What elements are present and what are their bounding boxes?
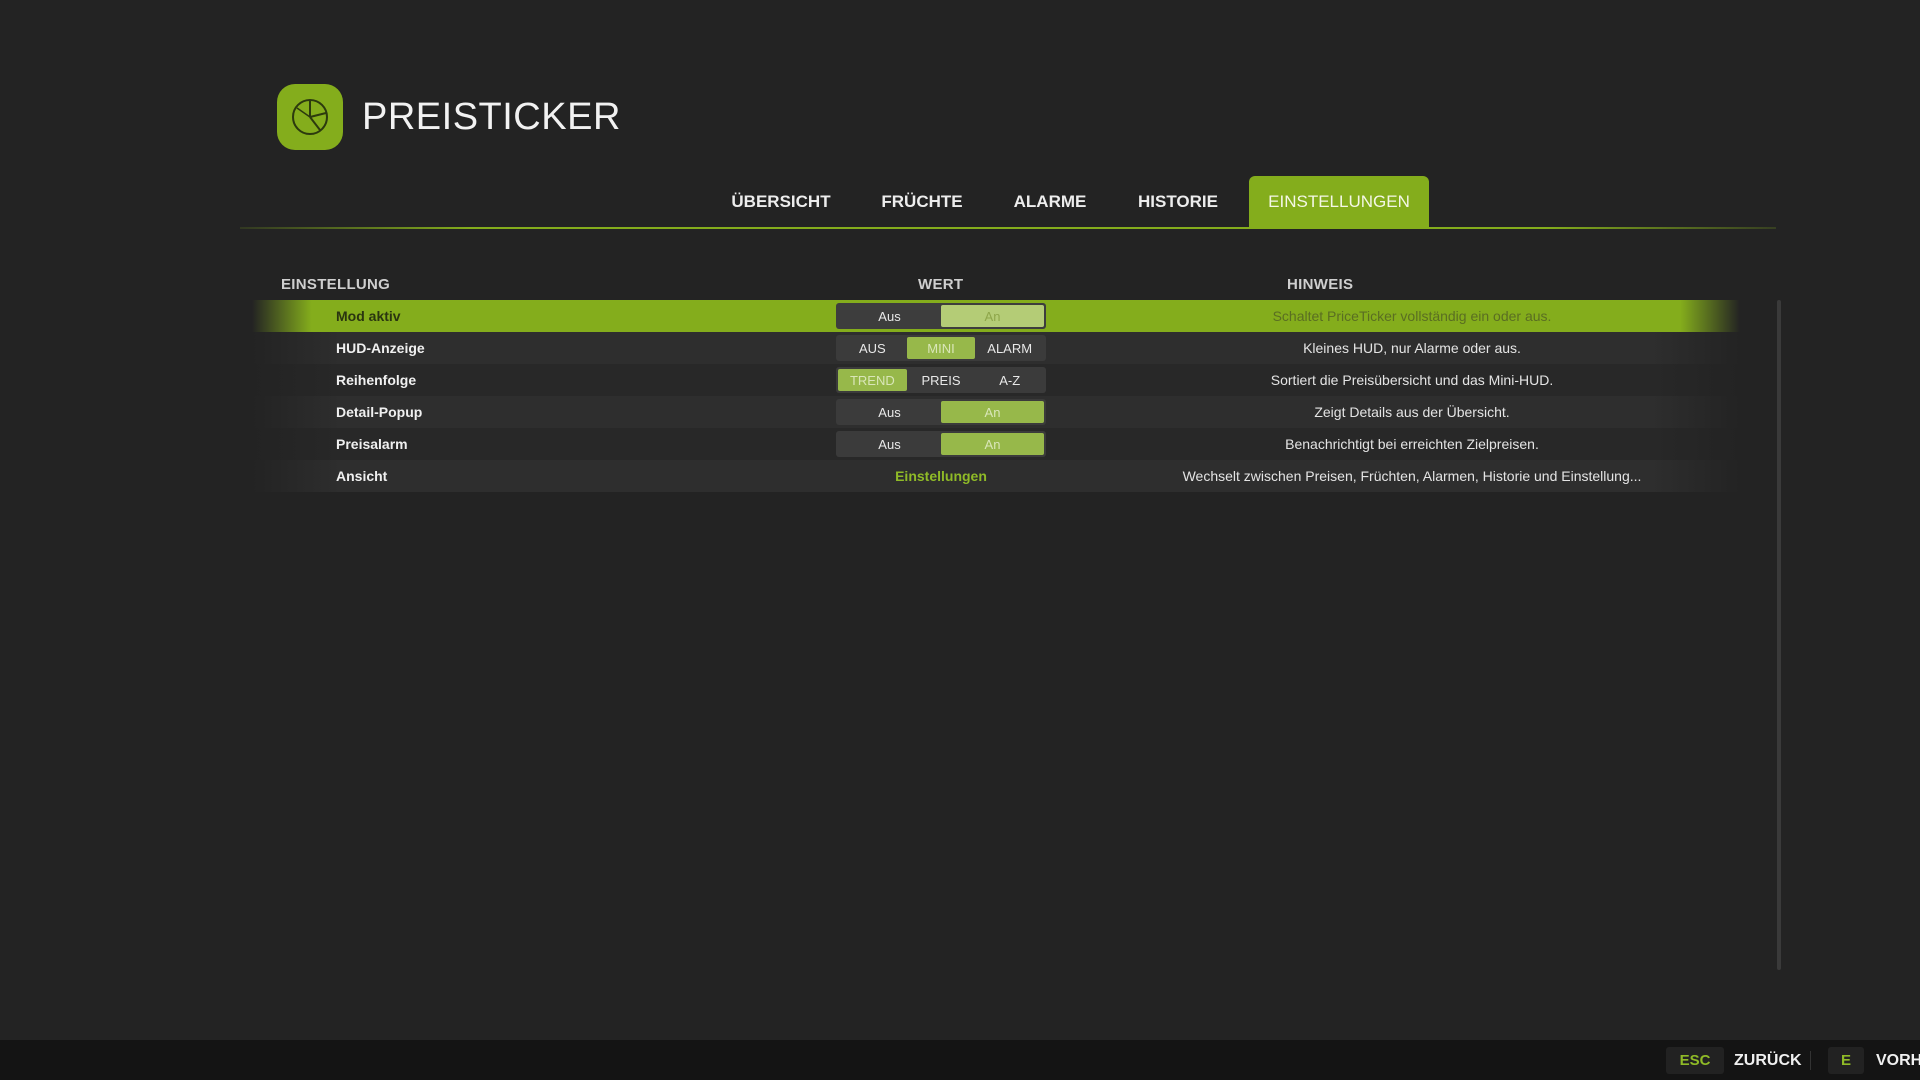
- bottom-hint-bar: [0, 1040, 1920, 1080]
- scrollbar[interactable]: [1777, 300, 1781, 970]
- row-label: Detail-Popup: [336, 404, 423, 420]
- toggle-detail-popup[interactable]: Aus An: [836, 399, 1046, 425]
- table-row-hud-anzeige[interactable]: HUD-Anzeige AUS MINI ALARM Kleines HUD, …: [252, 332, 1740, 364]
- row-label: Reihenfolge: [336, 372, 417, 388]
- table-row-mod-aktiv[interactable]: Mod aktiv Aus An Schaltet PriceTicker vo…: [252, 300, 1740, 332]
- column-header-value: WERT: [918, 276, 964, 293]
- toggle-preisalarm[interactable]: Aus An: [836, 431, 1046, 457]
- column-header-hint: HINWEIS: [1287, 276, 1354, 293]
- app-title: PREISTICKER: [362, 95, 621, 138]
- tab-historie[interactable]: HISTORIE: [1126, 176, 1230, 227]
- toggle-mod-aktiv[interactable]: Aus An: [836, 303, 1046, 329]
- option-an[interactable]: An: [941, 433, 1044, 455]
- table-row-reihenfolge[interactable]: Reihenfolge TREND PREIS A-Z Sortiert die…: [252, 364, 1740, 396]
- option-mini[interactable]: MINI: [906, 337, 976, 359]
- table-row-preisalarm[interactable]: Preisalarm Aus An Benachrichtigt bei err…: [252, 428, 1740, 460]
- back-button[interactable]: ZURÜCK: [1734, 1047, 1802, 1074]
- hint-separator: [1810, 1051, 1811, 1070]
- tab-einstellungen[interactable]: EINSTELLUNGEN: [1249, 176, 1429, 227]
- selector-reihenfolge[interactable]: TREND PREIS A-Z: [836, 367, 1046, 393]
- tab-uebersicht[interactable]: ÜBERSICHT: [719, 176, 843, 227]
- e-key-badge[interactable]: E: [1828, 1047, 1864, 1074]
- option-a-z[interactable]: A-Z: [975, 369, 1044, 391]
- selector-hud-anzeige[interactable]: AUS MINI ALARM: [836, 335, 1046, 361]
- option-alarm[interactable]: ALARM: [975, 337, 1044, 359]
- previous-button[interactable]: VORH: [1876, 1047, 1920, 1074]
- option-an[interactable]: An: [941, 401, 1044, 423]
- row-label: Ansicht: [336, 468, 388, 484]
- ansicht-link[interactable]: Einstellungen: [836, 463, 1046, 489]
- tab-bar: ÜBERSICHT FRÜCHTE ALARME HISTORIE EINSTE…: [0, 176, 1920, 228]
- option-trend[interactable]: TREND: [838, 369, 907, 391]
- option-aus[interactable]: Aus: [838, 401, 941, 423]
- row-hint: Wechselt zwischen Preisen, Früchten, Ala…: [1182, 468, 1642, 484]
- row-label: Mod aktiv: [336, 308, 401, 324]
- column-header-setting: EINSTELLUNG: [281, 276, 391, 293]
- pie-chart-icon: [277, 84, 343, 150]
- tab-alarme[interactable]: ALARME: [1003, 176, 1097, 227]
- row-label: HUD-Anzeige: [336, 340, 425, 356]
- row-hint: Schaltet PriceTicker vollständig ein ode…: [1272, 308, 1552, 324]
- row-label: Preisalarm: [336, 436, 408, 452]
- option-preis[interactable]: PREIS: [907, 369, 976, 391]
- table-header: EINSTELLUNG WERT HINWEIS: [0, 276, 1920, 296]
- esc-key-badge[interactable]: ESC: [1666, 1047, 1724, 1074]
- tab-fruechte[interactable]: FRÜCHTE: [868, 176, 976, 227]
- row-hint: Benachrichtigt bei erreichten Zielpreise…: [1285, 436, 1539, 452]
- option-an[interactable]: An: [941, 305, 1044, 327]
- table-row-detail-popup[interactable]: Detail-Popup Aus An Zeigt Details aus de…: [252, 396, 1740, 428]
- app-header: PREISTICKER: [277, 84, 621, 150]
- row-hint: Zeigt Details aus der Übersicht.: [1314, 404, 1510, 420]
- option-aus[interactable]: Aus: [838, 433, 941, 455]
- settings-table: Mod aktiv Aus An Schaltet PriceTicker vo…: [252, 300, 1740, 492]
- tab-underline: [240, 227, 1776, 229]
- table-row-ansicht[interactable]: Ansicht Einstellungen Wechselt zwischen …: [252, 460, 1740, 492]
- row-hint: Kleines HUD, nur Alarme oder aus.: [1303, 340, 1521, 356]
- option-aus[interactable]: Aus: [838, 305, 941, 327]
- option-aus[interactable]: AUS: [838, 337, 907, 359]
- row-hint: Sortiert die Preisübersicht und das Mini…: [1270, 372, 1554, 388]
